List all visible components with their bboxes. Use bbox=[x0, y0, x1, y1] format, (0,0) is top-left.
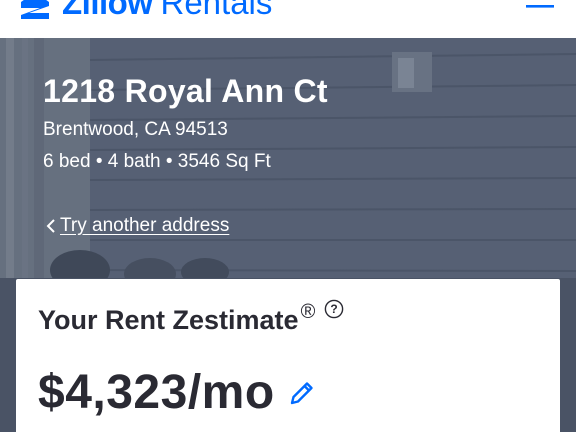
try-another-address-link[interactable]: Try another address bbox=[45, 215, 229, 237]
chevron-left-icon bbox=[46, 219, 55, 233]
help-symbol: ? bbox=[331, 302, 338, 316]
card-heading: Your Rent Zestimate ® ? bbox=[38, 299, 344, 336]
property-details: 6 bed • 4 bath • 3546 Sq Ft bbox=[43, 151, 271, 172]
try-another-address-label: Try another address bbox=[60, 215, 230, 236]
logo-suffix: Rentals bbox=[160, 0, 273, 21]
zillow-logo-icon bbox=[21, 0, 49, 19]
hamburger-menu-icon[interactable] bbox=[526, 0, 554, 14]
rent-zestimate-title: Your Rent Zestimate bbox=[38, 305, 299, 335]
pencil-icon[interactable] bbox=[287, 378, 317, 408]
logo-text: Zillow bbox=[62, 0, 153, 21]
price-row: $4,323/mo bbox=[38, 365, 317, 420]
property-city: Brentwood, CA 94513 bbox=[43, 119, 228, 140]
rent-estimate-price: $4,323/mo bbox=[38, 366, 275, 419]
registered-mark: ® bbox=[300, 301, 316, 323]
rent-zestimate-card: Your Rent Zestimate ® ? $4,323/mo bbox=[16, 279, 560, 432]
question-circle-icon[interactable]: ? bbox=[324, 299, 344, 319]
top-header: Zillow Rentals bbox=[0, 0, 576, 38]
property-address: 1218 Royal Ann Ct bbox=[43, 73, 328, 109]
zillow-rentals-logo[interactable]: Zillow Rentals bbox=[18, 0, 272, 20]
rent-zestimate-page: Zillow Rentals 1218 Royal Ann Ct Brentwo… bbox=[0, 0, 576, 432]
